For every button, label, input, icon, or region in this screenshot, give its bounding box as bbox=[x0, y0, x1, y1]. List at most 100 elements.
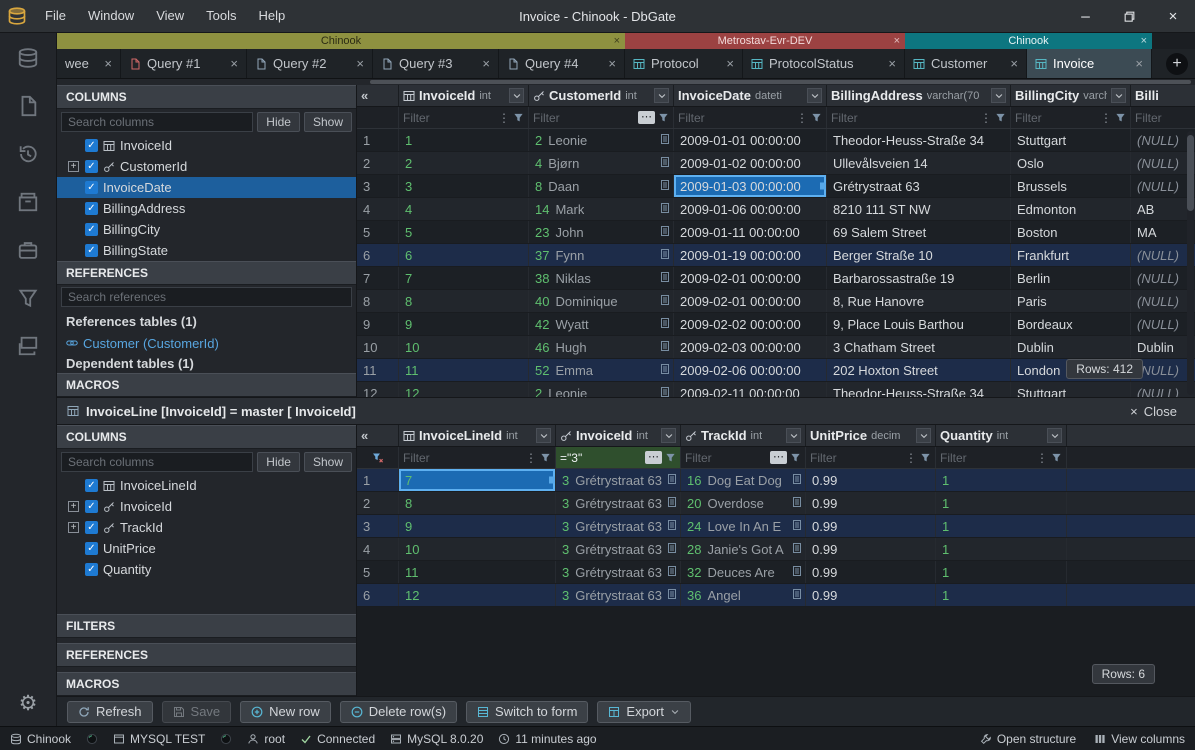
cell-billi[interactable]: (NULL) bbox=[1131, 129, 1195, 151]
menu-dots-icon[interactable]: ⋮ bbox=[1036, 451, 1048, 465]
cell-customerid[interactable]: 52Emma bbox=[529, 359, 674, 381]
cell-billingaddress[interactable]: 8, Rue Hanovre bbox=[827, 290, 1011, 312]
cell-invoicedate[interactable]: 2009-02-06 00:00:00 bbox=[674, 359, 827, 381]
menu-file[interactable]: File bbox=[34, 0, 77, 32]
cell-billingaddress[interactable]: 69 Salem Street bbox=[827, 221, 1011, 243]
lookup-dots-icon[interactable]: ⋯ bbox=[770, 451, 787, 464]
filter-input-billi[interactable]: Filter⋮ bbox=[1131, 107, 1195, 128]
status-connected[interactable]: Connected bbox=[300, 732, 375, 746]
cell-billingaddress[interactable]: 9, Place Louis Barthou bbox=[827, 313, 1011, 335]
close-group-icon[interactable]: × bbox=[894, 35, 900, 47]
cell-billi[interactable]: (NULL) bbox=[1131, 175, 1195, 197]
row-number[interactable]: 3 bbox=[357, 175, 399, 197]
column-header-invoicelineid[interactable]: InvoiceLineIdint bbox=[399, 425, 556, 446]
new-row-button[interactable]: New row bbox=[240, 701, 331, 723]
restore-button[interactable] bbox=[1107, 0, 1151, 32]
column-tree-item-unitprice[interactable]: ✓UnitPrice bbox=[57, 538, 356, 559]
funnel-icon[interactable] bbox=[513, 112, 524, 123]
cell-invoicedate[interactable]: 2009-01-02 00:00:00 bbox=[674, 152, 827, 174]
cell-billi[interactable]: (NULL) bbox=[1131, 313, 1195, 335]
search-columns-input[interactable] bbox=[61, 452, 253, 472]
search-columns-input[interactable] bbox=[61, 112, 253, 132]
column-header-quantity[interactable]: Quantityint bbox=[936, 425, 1067, 446]
open-detail-icon[interactable] bbox=[791, 542, 803, 554]
close-button[interactable]: × bbox=[1151, 0, 1195, 32]
menu-tools[interactable]: Tools bbox=[195, 0, 247, 32]
cell-invoicedate[interactable]: 2009-01-06 00:00:00 bbox=[674, 198, 827, 220]
close-tab-icon[interactable]: × bbox=[1010, 56, 1018, 71]
lookup-dots-icon[interactable]: ⋯ bbox=[645, 451, 662, 464]
funnel-icon[interactable] bbox=[920, 452, 931, 463]
cell-invoiceid[interactable]: 12 bbox=[399, 382, 529, 397]
file-icon[interactable] bbox=[17, 95, 39, 117]
cell-customerid[interactable]: 8Daan bbox=[529, 175, 674, 197]
open-detail-icon[interactable] bbox=[666, 496, 678, 508]
tab-query-2[interactable]: Query #2× bbox=[247, 49, 373, 78]
cell-billi[interactable]: (NULL) bbox=[1131, 290, 1195, 312]
column-menu-icon[interactable] bbox=[509, 88, 524, 103]
column-checkbox[interactable]: ✓ bbox=[85, 500, 98, 513]
open-detail-icon[interactable] bbox=[659, 248, 671, 260]
filter-input-invoicedate[interactable]: Filter⋮ bbox=[674, 107, 827, 128]
filter-input-invoicelineid[interactable]: Filter⋮ bbox=[399, 447, 556, 468]
cell-invoiceid[interactable]: 5 bbox=[399, 221, 529, 243]
status-open-structure[interactable]: Open structure bbox=[980, 732, 1076, 746]
export-button[interactable]: Export bbox=[597, 701, 691, 723]
cell-billingcity[interactable]: Oslo bbox=[1011, 152, 1131, 174]
columns-section-header[interactable]: COLUMNS bbox=[57, 425, 356, 449]
cell-trackid[interactable]: 32Deuces Are bbox=[681, 561, 806, 583]
filter-corner[interactable] bbox=[357, 107, 399, 128]
filter-input-quantity[interactable]: Filter⋮ bbox=[936, 447, 1067, 468]
column-menu-icon[interactable] bbox=[536, 428, 551, 443]
open-detail-icon[interactable] bbox=[659, 271, 671, 283]
funnel-icon[interactable] bbox=[658, 112, 669, 123]
lookup-dots-icon[interactable]: ⋯ bbox=[638, 111, 655, 124]
close-group-icon[interactable]: × bbox=[614, 35, 620, 47]
cell-billingaddress[interactable]: 3 Chatham Street bbox=[827, 336, 1011, 358]
column-tree-item-billingaddress[interactable]: ✓BillingAddress bbox=[57, 198, 356, 219]
cell-customerid[interactable]: 46Hugh bbox=[529, 336, 674, 358]
cell-invoicedate[interactable]: 2009-01-11 00:00:00 bbox=[674, 221, 827, 243]
search-references-input[interactable] bbox=[61, 287, 352, 307]
columns-section-header[interactable]: COLUMNS bbox=[57, 85, 356, 109]
cell-unitprice[interactable]: 0.99 bbox=[806, 538, 936, 560]
macros-section-header[interactable]: MACROS bbox=[57, 373, 356, 397]
open-detail-icon[interactable] bbox=[659, 294, 671, 306]
status-mysql-8-0-20[interactable]: MySQL 8.0.20 bbox=[390, 732, 483, 746]
cell-billingcity[interactable]: Bordeaux bbox=[1011, 313, 1131, 335]
filter-input-billingcity[interactable]: Filter⋮ bbox=[1011, 107, 1131, 128]
cell-trackid[interactable]: 20Overdose bbox=[681, 492, 806, 514]
funnel-outline-icon[interactable] bbox=[17, 287, 39, 309]
clear-filter-icon[interactable] bbox=[372, 452, 384, 464]
cell-billi[interactable]: MA bbox=[1131, 221, 1195, 243]
cell-trackid[interactable]: 16Dog Eat Dog bbox=[681, 469, 806, 491]
cell-invoiceid[interactable]: 3 bbox=[399, 175, 529, 197]
column-tree-item-billingcity[interactable]: ✓BillingCity bbox=[57, 219, 356, 240]
status-chinook[interactable]: Chinook bbox=[10, 732, 71, 746]
status-mysql-test[interactable]: MYSQL TEST bbox=[113, 732, 205, 746]
cell-customerid[interactable]: 40Dominique bbox=[529, 290, 674, 312]
cell-invoicelineid[interactable]: 9 bbox=[399, 515, 556, 537]
row-number[interactable]: 1 bbox=[357, 469, 399, 491]
tab-customer[interactable]: Customer× bbox=[905, 49, 1027, 78]
fill-handle[interactable] bbox=[820, 183, 826, 190]
open-detail-icon[interactable] bbox=[659, 386, 671, 397]
tab-wee[interactable]: wee× bbox=[57, 49, 121, 78]
filter-input-trackid[interactable]: Filter⋯ bbox=[681, 447, 806, 468]
open-detail-icon[interactable] bbox=[666, 519, 678, 531]
funnel-icon[interactable] bbox=[995, 112, 1006, 123]
filter-input-customerid[interactable]: Filter⋯ bbox=[529, 107, 674, 128]
cell-invoiceid[interactable]: 3Grétrystraat 63 bbox=[556, 561, 681, 583]
cell-billi[interactable]: (NULL) bbox=[1131, 244, 1195, 266]
open-detail-icon[interactable] bbox=[659, 340, 671, 352]
tab-invoice[interactable]: Invoice× bbox=[1027, 49, 1152, 78]
cell-invoiceid[interactable]: 4 bbox=[399, 198, 529, 220]
open-detail-icon[interactable] bbox=[659, 202, 671, 214]
open-detail-icon[interactable] bbox=[791, 565, 803, 577]
column-header-billingaddress[interactable]: BillingAddressvarchar(70 bbox=[827, 85, 1011, 106]
vertical-scrollbar[interactable] bbox=[1187, 131, 1194, 395]
funnel-icon[interactable] bbox=[1115, 112, 1126, 123]
column-header-invoicedate[interactable]: InvoiceDatedateti bbox=[674, 85, 827, 106]
column-tree-item-trackid[interactable]: +✓TrackId bbox=[57, 517, 356, 538]
row-number[interactable]: 2 bbox=[357, 492, 399, 514]
